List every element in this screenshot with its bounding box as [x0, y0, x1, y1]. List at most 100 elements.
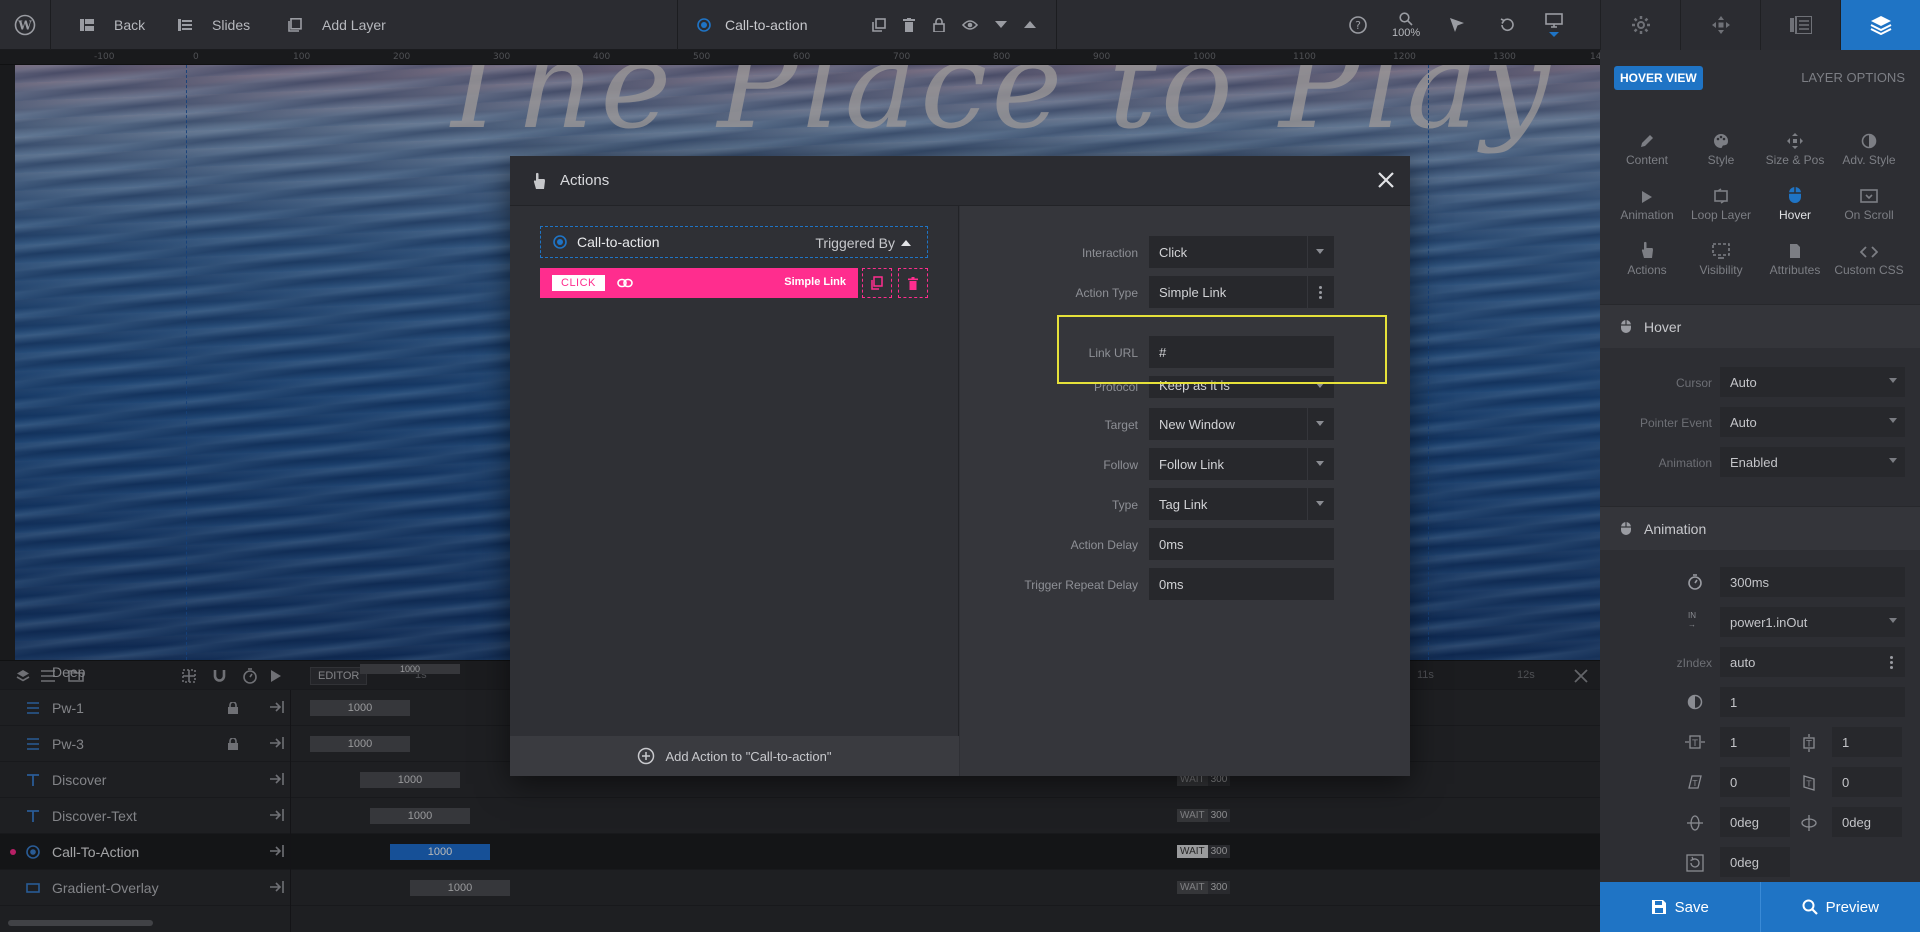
current-layer-indicator[interactable]: Call-to-action — [697, 0, 807, 50]
help-button[interactable]: ? — [1349, 0, 1367, 50]
option-custom-css[interactable]: Custom CSS — [1832, 237, 1906, 277]
scale-y-input[interactable]: 1 — [1832, 727, 1902, 757]
lock-icon — [933, 18, 945, 32]
svg-text:T: T — [1691, 739, 1698, 749]
scale-x-input[interactable]: 1 — [1720, 727, 1790, 757]
option-content[interactable]: Content — [1610, 127, 1684, 167]
follow-select[interactable]: Follow Link — [1149, 448, 1334, 480]
scale-x-icon: T — [1685, 735, 1705, 749]
target-select[interactable]: New Window — [1149, 408, 1334, 440]
pointer-tool-button[interactable] — [1449, 0, 1465, 50]
cursor-label: Cursor — [1675, 376, 1712, 390]
option-size-pos[interactable]: Size & Pos — [1758, 127, 1832, 167]
skew-y-input[interactable]: 0 — [1832, 767, 1902, 797]
mouse-icon — [1621, 522, 1631, 535]
move-layer-up-button[interactable] — [1024, 0, 1036, 50]
option-visibility[interactable]: Visibility — [1684, 237, 1758, 277]
interaction-select[interactable]: Click — [1149, 236, 1334, 268]
option-adv-style[interactable]: Adv. Style — [1832, 127, 1906, 167]
action-type-field-label: Action Type — [1075, 286, 1138, 300]
option-actions[interactable]: Actions — [1610, 237, 1684, 277]
ease-in-label: IN — [1688, 611, 1696, 620]
layer-options-panel: HOVER VIEW LAYER OPTIONS Content Style S… — [1600, 50, 1920, 882]
help-icon: ? — [1349, 16, 1367, 34]
action-event-badge: CLICK — [552, 275, 605, 291]
stopwatch-icon — [1688, 574, 1702, 590]
option-label: Content — [1625, 153, 1669, 167]
target-row: Target New Window — [960, 408, 1410, 440]
play-icon — [1642, 191, 1652, 203]
zoom-button[interactable]: 100% — [1392, 0, 1420, 50]
preview-button[interactable]: Preview — [1759, 882, 1920, 932]
speed-input[interactable]: 300ms — [1720, 567, 1905, 597]
more-icon[interactable] — [1890, 656, 1893, 671]
type-select[interactable]: Tag Link — [1149, 488, 1334, 520]
option-style[interactable]: Style — [1684, 127, 1758, 167]
skew-x-input[interactable]: 0 — [1720, 767, 1790, 797]
animation-section-header[interactable]: Animation — [1600, 506, 1920, 550]
current-layer-name: Call-to-action — [725, 17, 808, 33]
scroll-icon — [1860, 189, 1878, 203]
visibility-toggle-button[interactable] — [962, 0, 978, 50]
close-icon[interactable] — [1376, 170, 1396, 190]
layers-icon — [1870, 16, 1891, 35]
triggered-by-toggle[interactable]: Triggered By — [815, 235, 911, 251]
rotate-y-input[interactable]: 0deg — [1832, 807, 1902, 837]
caret-down-icon — [995, 21, 1007, 28]
delete-layer-button[interactable] — [903, 0, 915, 50]
tab-layer-options[interactable] — [1840, 0, 1920, 50]
option-on-scroll[interactable]: On Scroll — [1832, 182, 1906, 222]
svg-text:?: ? — [1355, 19, 1361, 32]
action-type-select[interactable]: Simple Link — [1149, 276, 1334, 308]
tab-slide-options[interactable] — [1760, 0, 1840, 50]
loop-icon — [1714, 188, 1728, 204]
option-attributes[interactable]: Attributes — [1758, 237, 1832, 277]
action-type-row: Action Type Simple Link — [960, 276, 1410, 308]
ease-select[interactable]: power1.inOut — [1720, 607, 1905, 637]
zindex-row: zIndex auto — [1600, 647, 1920, 679]
delete-action-button[interactable] — [898, 268, 928, 298]
duplicate-layer-button[interactable] — [872, 0, 886, 50]
zindex-input[interactable]: auto — [1720, 647, 1905, 677]
wordpress-logo-button[interactable]: W — [14, 0, 36, 50]
trigger-layer-header[interactable]: Call-to-action Triggered By — [540, 226, 928, 258]
rotate-z-input[interactable]: 0deg — [1720, 847, 1790, 877]
slides-label: Slides — [212, 17, 251, 33]
pointer-event-select[interactable]: Auto — [1720, 407, 1905, 437]
action-delay-input[interactable]: 0ms — [1149, 528, 1334, 560]
tab-slider-settings[interactable] — [1600, 0, 1680, 50]
save-button[interactable]: Save — [1600, 882, 1760, 932]
undo-button[interactable] — [1499, 0, 1515, 50]
navigation-icon — [1711, 16, 1730, 34]
hover-view-button[interactable]: HOVER VIEW — [1614, 66, 1703, 90]
target-icon — [697, 18, 711, 32]
lock-layer-button[interactable] — [933, 0, 945, 50]
pointer-label: Pointer Event — [1639, 416, 1712, 430]
slides-icon — [178, 19, 192, 31]
animation-label: Animation — [1658, 456, 1712, 470]
slides-button[interactable]: Slides — [178, 0, 250, 50]
trigger-repeat-delay-input[interactable]: 0ms — [1149, 568, 1334, 600]
top-toolbar: W Back Slides Add Layer Call-to-action ? — [0, 0, 1600, 50]
rotate-x-input[interactable]: 0deg — [1720, 807, 1790, 837]
svg-text:T: T — [1805, 740, 1812, 750]
option-hover[interactable]: Hover — [1758, 182, 1832, 222]
cursor-select[interactable]: Auto — [1720, 367, 1905, 397]
tab-navigation[interactable] — [1680, 0, 1760, 50]
hover-animation-select[interactable]: Enabled — [1720, 447, 1905, 477]
device-desktop-button[interactable] — [1545, 0, 1563, 50]
option-animation[interactable]: Animation — [1610, 182, 1684, 222]
back-button[interactable]: Back — [80, 0, 145, 50]
more-icon[interactable] — [1319, 286, 1322, 301]
hover-section-header[interactable]: Hover — [1600, 304, 1920, 348]
add-layer-button[interactable]: Add Layer — [288, 0, 386, 50]
actions-modal: Actions Call-to-action Triggered By CLIC… — [510, 156, 1410, 776]
duplicate-action-button[interactable] — [862, 268, 892, 298]
ease-row: IN → power1.inOut — [1600, 607, 1920, 639]
add-action-button[interactable]: Add Action to "Call-to-action" — [510, 736, 959, 776]
option-loop-layer[interactable]: Loop Layer — [1684, 182, 1758, 222]
opacity-input[interactable]: 1 — [1720, 687, 1905, 717]
action-item[interactable]: CLICK Simple Link — [540, 268, 858, 298]
move-layer-down-button[interactable] — [995, 0, 1007, 50]
add-layer-icon — [288, 18, 302, 32]
